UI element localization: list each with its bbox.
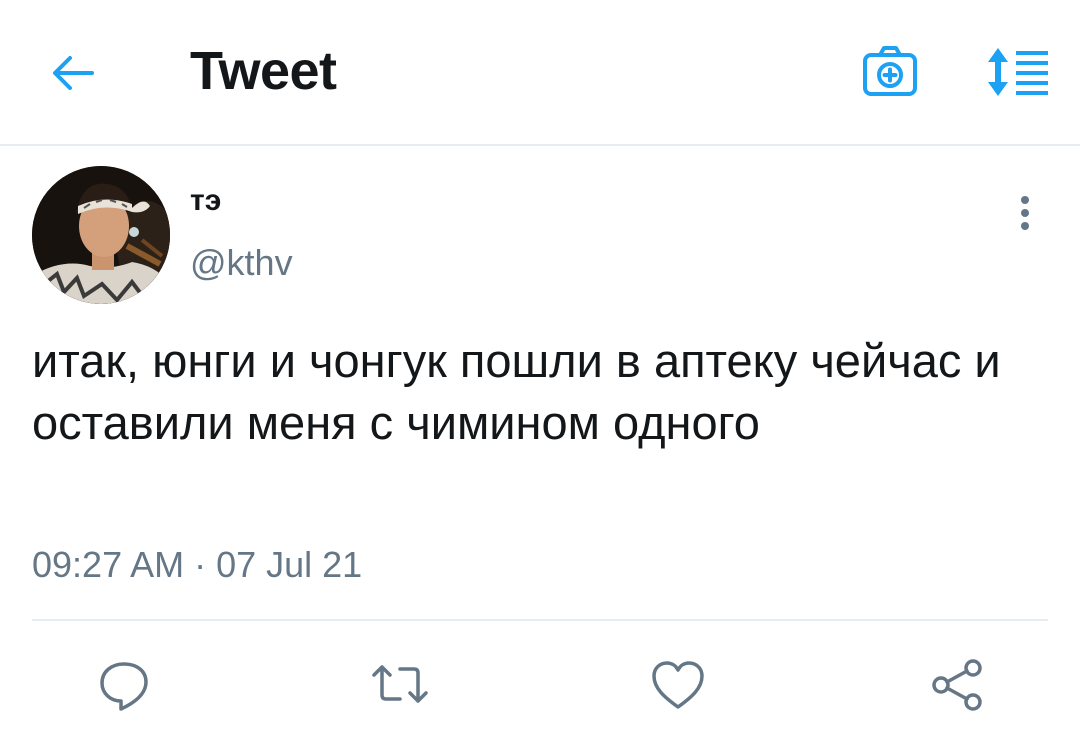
arrow-left-icon [53,56,94,90]
reply-icon [100,662,148,711]
author-handle[interactable]: @kthv [190,242,293,284]
share-button[interactable] [927,655,987,715]
reply-button[interactable] [94,655,154,715]
tweet-timestamp: 09:27 AM · 07 Jul 21 [32,544,363,585]
more-vertical-icon [1021,196,1029,230]
avatar-portrait-image [32,166,170,304]
tweet-screen: Tweet тэ @kthv итак, юнги и чонгук пошли… [0,0,1080,745]
retweet-icon [372,665,428,703]
sort-list-icon [988,48,1048,96]
share-icon [932,659,982,711]
avatar[interactable] [32,166,170,304]
more-options-button[interactable] [1005,190,1045,240]
like-button[interactable] [648,655,708,715]
retweet-button[interactable] [370,655,430,715]
tweet-text: итак, юнги и чонгук пошли в аптеку чейча… [32,334,1001,449]
author-display-name[interactable]: тэ [190,184,221,218]
top-app-bar: Tweet [0,0,1080,146]
camera-add-button[interactable] [860,44,920,100]
divider [32,619,1048,621]
page-title: Tweet [190,41,337,101]
heart-icon [652,661,704,709]
back-button[interactable] [48,48,98,98]
camera-add-icon [863,46,917,96]
sort-button[interactable] [982,44,1052,100]
